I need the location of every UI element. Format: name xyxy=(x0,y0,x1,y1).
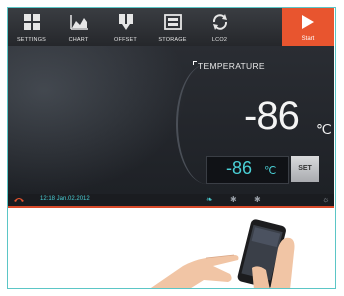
set-temperature-unit: ℃ xyxy=(264,165,277,177)
set-button[interactable]: SET xyxy=(291,156,319,182)
glass-reflection xyxy=(8,46,188,194)
storage-label: STORAGE xyxy=(158,37,187,43)
temperature-title: TEMPERATURE xyxy=(193,61,265,71)
chart-icon xyxy=(69,15,88,30)
current-temperature: -86 xyxy=(244,94,300,138)
status-bar: 12:18 Jan.02.2012 ❧ ✱ ✱ ☼ xyxy=(8,194,334,206)
set-temperature-value: -86 xyxy=(226,158,253,178)
hands-holding-phone-illustration xyxy=(150,219,295,288)
lco2-button[interactable]: LCO2 xyxy=(196,8,243,46)
sun-icon: ☼ xyxy=(322,195,330,204)
phone-icon xyxy=(14,198,24,202)
chart-label: CHART xyxy=(68,37,89,43)
offset-icon xyxy=(118,14,133,30)
storage-icon xyxy=(163,14,182,30)
settings-button[interactable]: SETTINGS xyxy=(8,8,55,46)
settings-label: SETTINGS xyxy=(16,37,47,43)
temperature-unit: ℃ xyxy=(316,121,332,137)
offset-button[interactable]: OFFSET xyxy=(102,8,149,46)
temperature-title-text: TEMPERATURE xyxy=(198,61,265,71)
toolbar: SETTINGS CHART OFFSET STORAGE LCO2 Start xyxy=(8,8,334,46)
snowflake-icon-2: ✱ xyxy=(254,195,261,204)
grid-icon xyxy=(23,14,40,30)
leaf-icon: ❧ xyxy=(206,195,213,204)
corner-mark-icon xyxy=(193,61,197,65)
play-icon xyxy=(302,15,314,29)
screenshot-frame: SETTINGS CHART OFFSET STORAGE LCO2 Start… xyxy=(7,7,336,289)
lco2-label: LCO2 xyxy=(211,37,228,43)
snowflake-icon: ✱ xyxy=(230,195,237,204)
storage-button[interactable]: STORAGE xyxy=(149,8,196,46)
chart-button[interactable]: CHART xyxy=(55,8,102,46)
refresh-icon xyxy=(212,14,227,30)
status-datetime: 12:18 Jan.02.2012 xyxy=(40,196,90,202)
temperature-display: TEMPERATURE -86 ℃ -86 ℃ SET xyxy=(8,46,334,194)
start-label: Start xyxy=(301,36,315,42)
offset-label: OFFSET xyxy=(114,37,137,43)
start-button[interactable]: Start xyxy=(282,8,334,46)
